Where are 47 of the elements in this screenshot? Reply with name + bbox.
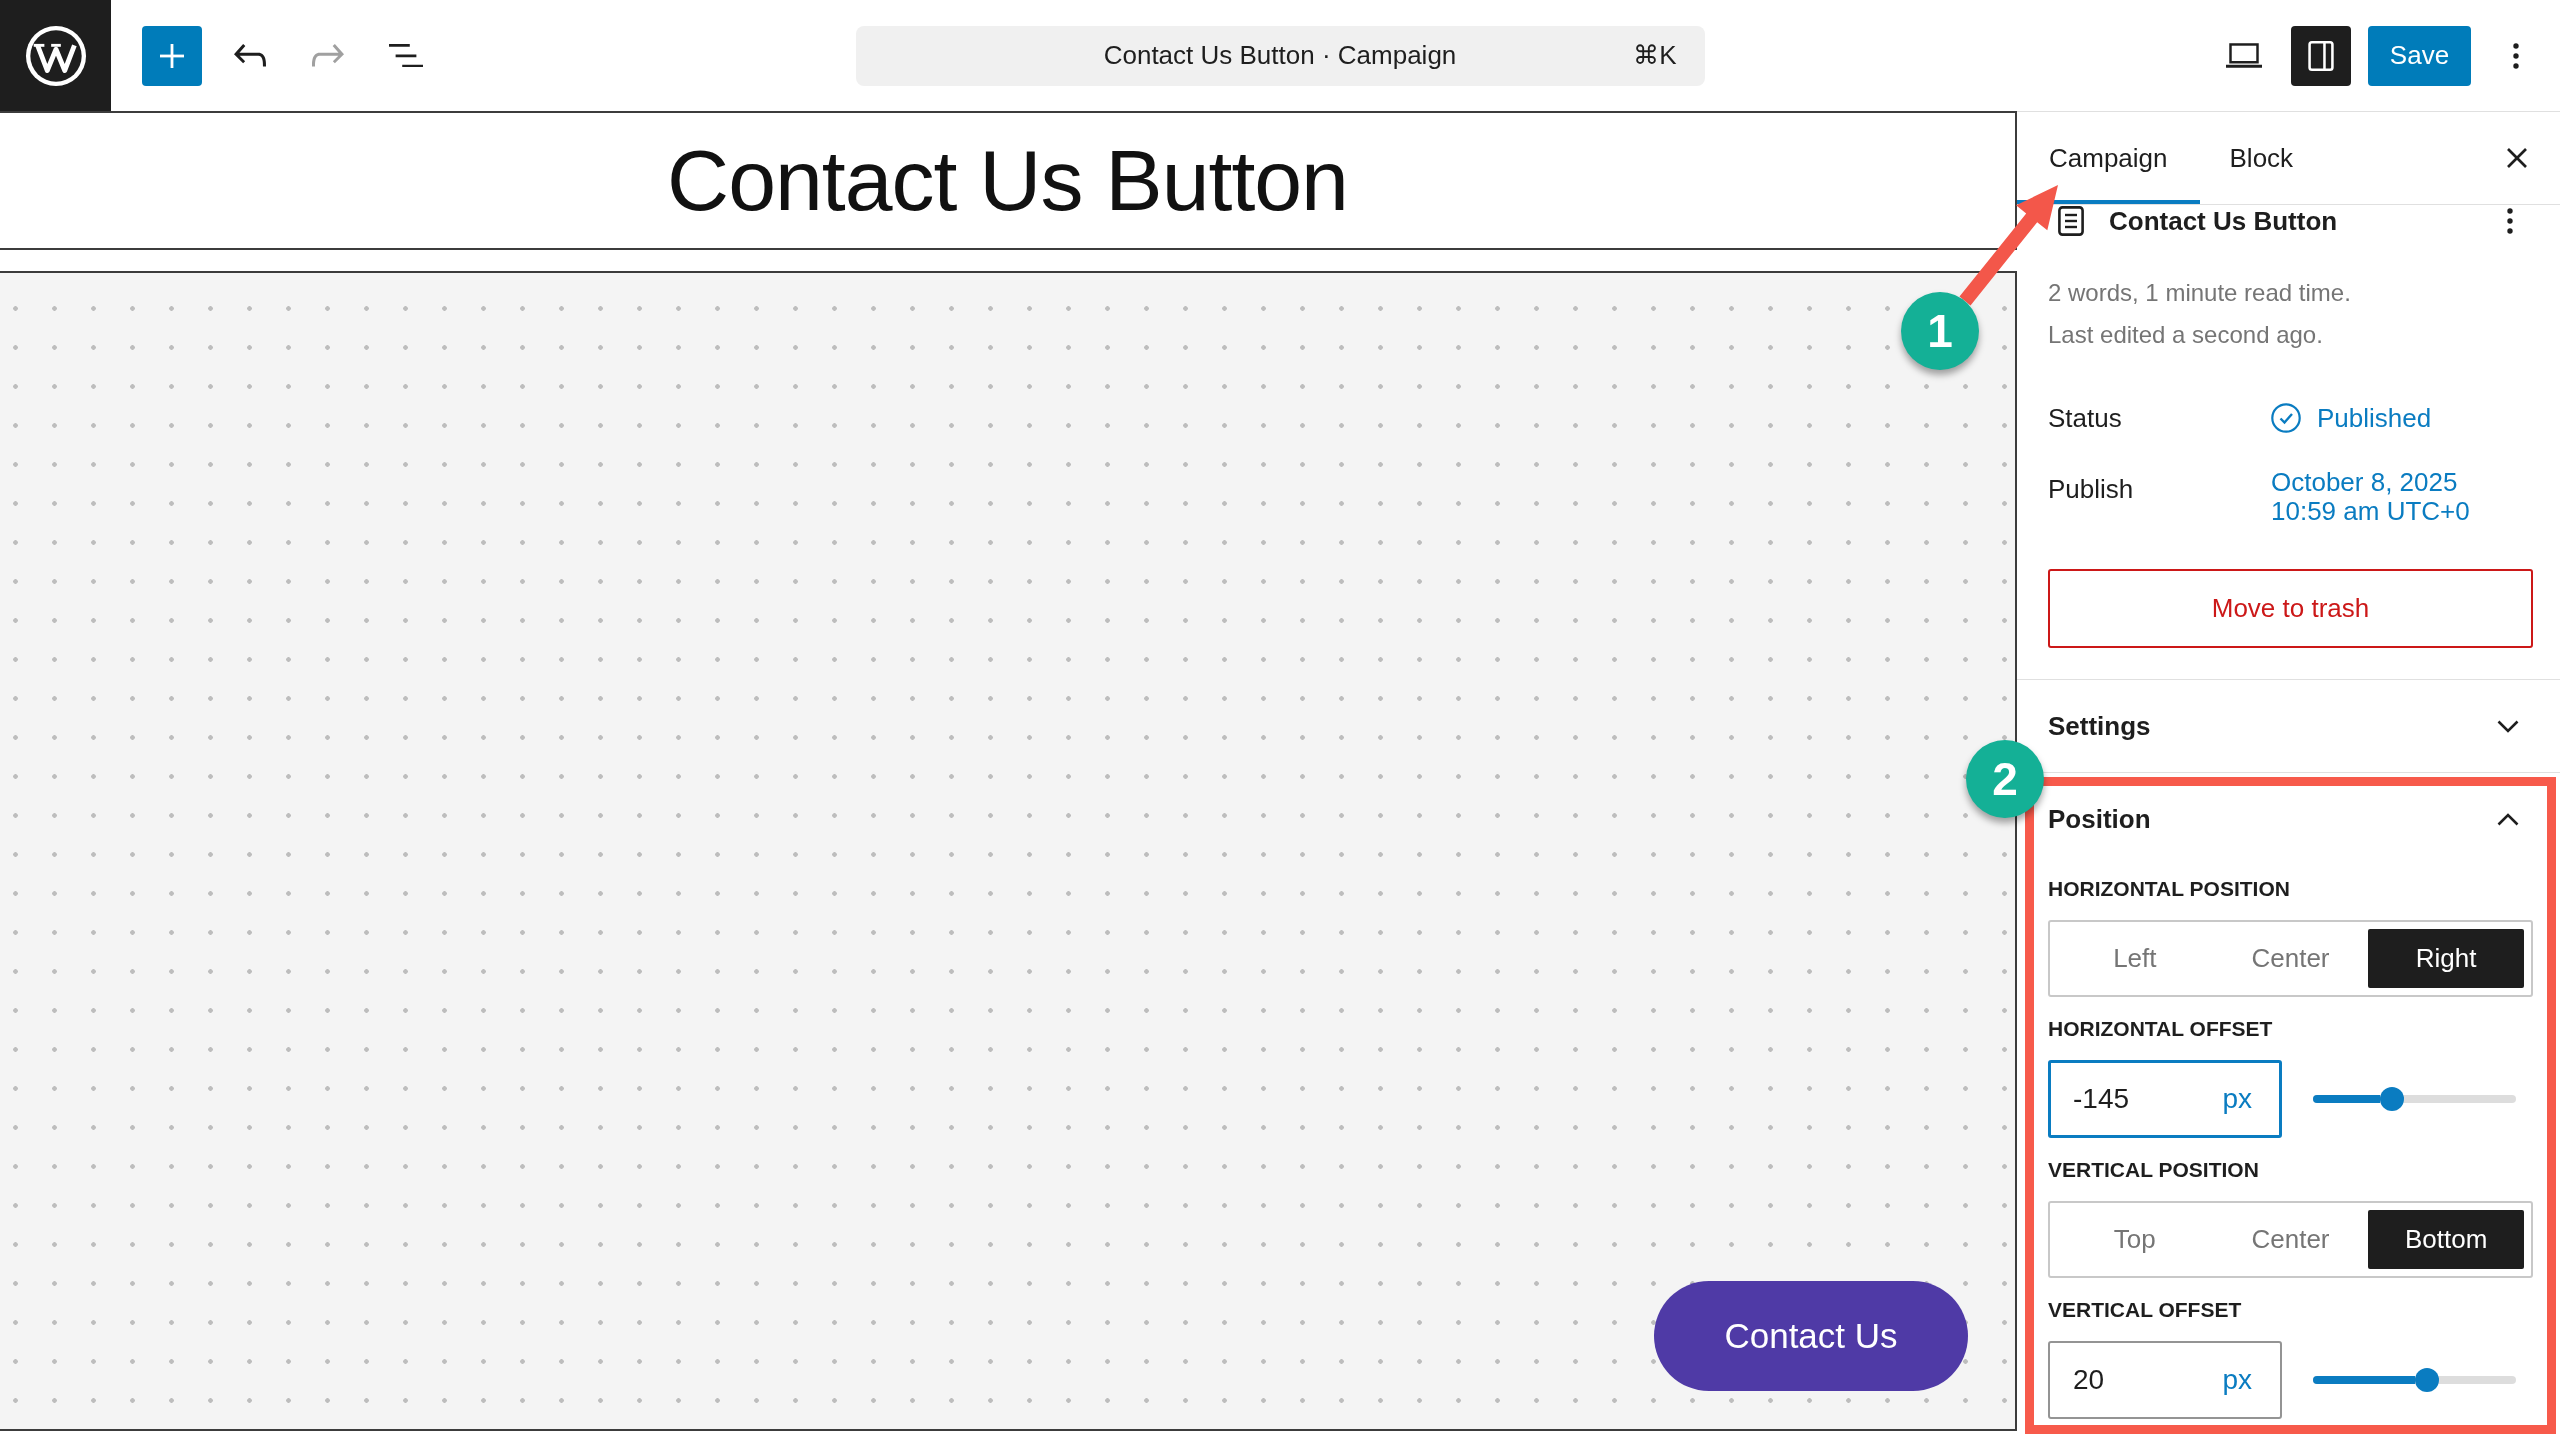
page-title: Contact Us Button <box>667 131 1348 230</box>
document-title: Contact Us Button <box>2109 205 2338 237</box>
panel-toggle[interactable]: Position <box>2048 796 2519 842</box>
slider-thumb[interactable] <box>2414 1368 2439 1392</box>
publish-date-button[interactable]: October 8, 2025 10:59 am UTC+0 <box>2271 468 2470 526</box>
redo-icon <box>312 44 344 67</box>
site-logo-button[interactable] <box>0 0 111 111</box>
vertical-dots-icon <box>2507 208 2513 234</box>
field-label: VERTICAL POSITION <box>2048 1157 2260 1183</box>
laptop-icon <box>2226 43 2262 68</box>
status-button[interactable]: Published <box>2271 397 2432 439</box>
move-to-trash-button[interactable]: Move to trash <box>2048 569 2533 648</box>
plus-icon <box>160 43 184 68</box>
undo-icon <box>234 44 266 67</box>
check-circle-icon <box>2271 403 2301 433</box>
field-label: HORIZONTAL POSITION <box>2048 876 2291 902</box>
position-option[interactable]: Center <box>2212 929 2369 988</box>
position-option[interactable]: Center <box>2212 1210 2369 1269</box>
field-label: HORIZONTAL OFFSET <box>2048 1016 2274 1042</box>
sidebar-panel-icon <box>2308 40 2334 71</box>
position-option[interactable]: Top <box>2057 1210 2213 1269</box>
meta-label: Status <box>2048 402 2123 435</box>
sidebar-tab[interactable]: Block <box>2199 112 2326 204</box>
vertical-dots-icon <box>2513 42 2519 69</box>
meta-label: Publish <box>2048 473 2135 506</box>
number-input[interactable]: -145 px <box>2048 1060 2282 1138</box>
position-option[interactable]: Left <box>2057 929 2213 988</box>
list-lines-icon <box>389 43 423 68</box>
panel-toggle[interactable]: Settings <box>2048 703 2519 749</box>
add-block-button[interactable] <box>142 25 202 86</box>
save-button[interactable]: Save <box>2368 25 2471 86</box>
sidebar-tab[interactable]: Campaign <box>2017 112 2200 204</box>
settings-toggle-button[interactable] <box>2291 25 2351 86</box>
chevron-down-icon <box>2497 719 2519 733</box>
contact-us-button[interactable]: Contact Us <box>1654 1281 1968 1391</box>
field-label: VERTICAL OFFSET <box>2048 1297 2243 1323</box>
logo-icon <box>24 24 87 87</box>
info-text: 2 words, 1 minute read time. <box>2048 278 2352 308</box>
slider-thumb[interactable] <box>2380 1087 2404 1111</box>
position-option[interactable]: Bottom <box>2368 1210 2524 1269</box>
position-option[interactable]: Right <box>2368 929 2524 988</box>
info-text: Last edited a second ago. <box>2048 320 2324 350</box>
document-icon <box>2058 206 2084 236</box>
chevron-up-icon <box>2497 812 2519 826</box>
command-bar[interactable]: Contact Us Button · Campaign ⌘K <box>855 25 1705 86</box>
close-icon <box>2507 148 2527 168</box>
number-input[interactable]: 20 px <box>2048 1341 2282 1419</box>
